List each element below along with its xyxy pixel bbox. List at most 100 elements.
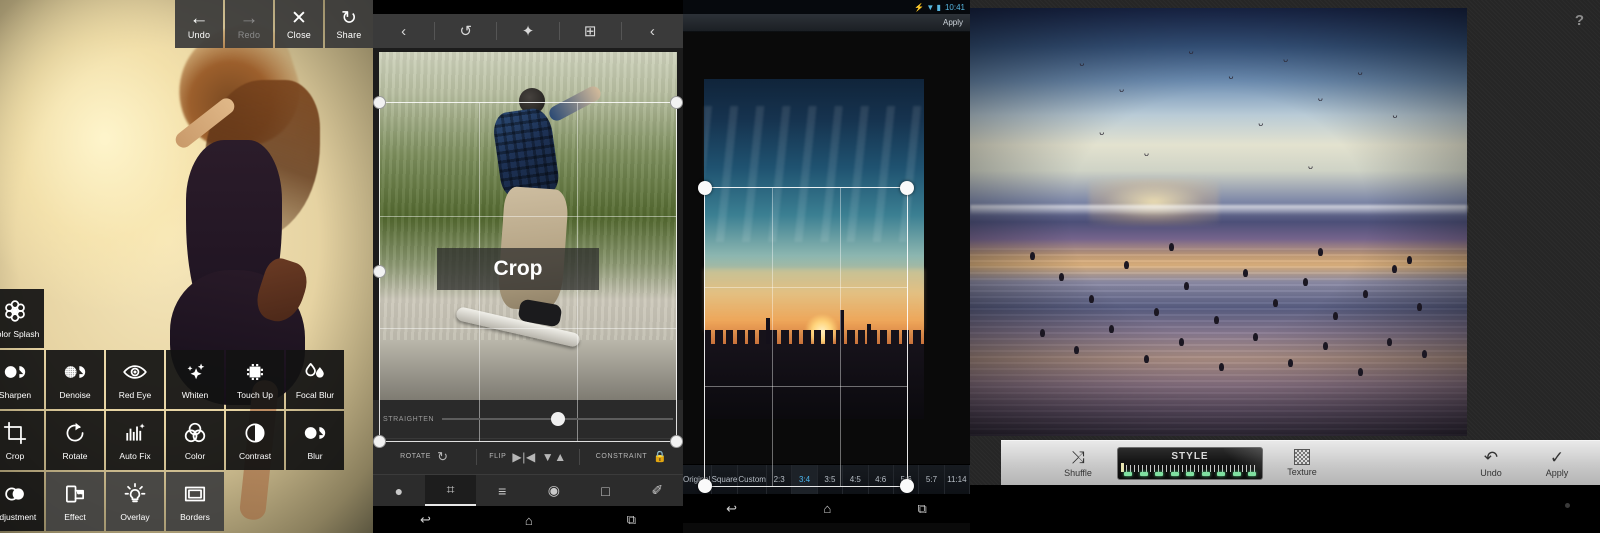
flip-control[interactable]: FLIP ▶|◀ ▼▲ — [477, 450, 580, 464]
shuffle-icon: ⤨ — [1071, 447, 1085, 467]
tool-label: Blur — [307, 451, 323, 461]
rotate-icon[interactable]: ↻ — [437, 449, 449, 465]
style-position-marker[interactable] — [1121, 462, 1124, 472]
undo-icon: ↶ — [1483, 447, 1499, 467]
tool-adjustment[interactable]: Adjustment — [0, 472, 44, 531]
apply-button[interactable]: ✓ Apply — [1524, 449, 1590, 478]
tool-label: Auto Fix — [119, 451, 151, 461]
rotate-control[interactable]: ROTATE ↻ — [373, 449, 476, 465]
flying-bird: ᴗ — [1188, 45, 1194, 56]
lock-icon[interactable]: 🔒 — [653, 450, 667, 463]
border-frame-icon — [182, 481, 208, 507]
compare-button[interactable]: ⊞ — [560, 22, 621, 40]
crop-handle-bottom-right[interactable] — [900, 479, 914, 493]
checkmark-icon: ✓ — [1549, 447, 1565, 467]
tool-denoise[interactable]: Denoise — [46, 350, 104, 409]
beach-birds-photo: ᴗ ᴗ ᴗ ᴗ ᴗ ᴗ ᴗ ᴗ ᴗ ᴗ ᴗ ᴗ — [970, 8, 1467, 436]
bird — [1178, 337, 1184, 346]
nav-sliders[interactable]: ≡ — [476, 475, 528, 506]
share-button[interactable]: ‹ — [622, 23, 683, 40]
nav-eye[interactable]: ◉ — [528, 475, 580, 506]
tool-overlay[interactable]: Overlay — [106, 472, 164, 531]
frame-icon: □ — [601, 482, 610, 499]
tool-color[interactable]: Color — [166, 411, 224, 470]
tool-red-eye[interactable]: Red Eye — [106, 350, 164, 409]
undo-button[interactable]: ← Undo — [175, 0, 223, 48]
android-recents-icon[interactable]: ⧉ — [627, 512, 636, 528]
ratio-canvas[interactable] — [683, 32, 970, 493]
crop-handle-left[interactable] — [373, 265, 386, 278]
tool-sharpen[interactable]: Sharpen — [0, 350, 44, 409]
flying-bird: ᴗ — [1317, 92, 1323, 103]
tool-color-splash[interactable]: Color Splash — [0, 289, 44, 348]
help-icon[interactable]: ? — [1575, 12, 1584, 29]
tool-rotate[interactable]: Rotate — [46, 411, 104, 470]
crop-handle-bottom-right[interactable] — [670, 435, 683, 448]
tool-whiten[interactable]: Whiten — [166, 350, 224, 409]
crop-handle-top-right[interactable] — [900, 181, 914, 195]
share-button[interactable]: ↻ Share — [325, 0, 373, 48]
crop-rectangle[interactable] — [698, 181, 914, 493]
share-icon: ↻ — [341, 7, 357, 29]
adjustment-icon — [2, 481, 28, 507]
crop-gridline-h1 — [380, 215, 676, 217]
tool-label: Whiten — [181, 390, 209, 400]
crop-handle-bottom-left[interactable] — [698, 479, 712, 493]
tool-borders[interactable]: Borders — [166, 472, 224, 531]
nav-crop[interactable]: ⌗ — [424, 475, 477, 506]
nav-droplet[interactable]: ● — [373, 475, 425, 506]
android-recents-icon[interactable]: ⧉ — [918, 501, 927, 517]
apply-button[interactable]: Apply — [943, 18, 963, 27]
crop-handle-top-left[interactable] — [698, 181, 712, 195]
crop-canvas[interactable]: Crop — [373, 48, 683, 448]
flying-bird: ᴗ — [1258, 118, 1264, 129]
crop-handle-bottom-left[interactable] — [373, 435, 386, 448]
tool-crop[interactable]: Crop — [0, 411, 44, 470]
flower-splash-icon — [2, 298, 28, 324]
tool-effect[interactable]: Effect — [46, 472, 104, 531]
nav-frame[interactable]: □ — [580, 475, 632, 506]
tool-blur[interactable]: Blur — [286, 411, 344, 470]
status-time: 10:41 — [944, 2, 965, 12]
crop-gridline-h2 — [705, 386, 907, 388]
android-back-icon[interactable]: ↩ — [726, 501, 737, 517]
flying-bird: ᴗ — [1143, 148, 1149, 159]
constraint-control[interactable]: CONSTRAINT 🔒 — [580, 450, 683, 463]
android-home-icon[interactable]: ⌂ — [525, 513, 533, 528]
tool-contrast[interactable]: Contrast — [226, 411, 284, 470]
magic-wand-button[interactable]: ✦ — [497, 22, 558, 40]
style-led — [1124, 471, 1132, 476]
shuffle-button[interactable]: ⤨ Shuffle — [1045, 449, 1111, 478]
color-circles-icon — [182, 420, 208, 446]
android-home-icon[interactable]: ⌂ — [823, 501, 831, 516]
undo-button[interactable]: ↶ Undo — [1458, 449, 1524, 478]
nav-brush[interactable]: ✐ — [631, 475, 683, 506]
constraint-label: CONSTRAINT — [595, 453, 648, 460]
back-chevron-button[interactable]: ‹ — [373, 23, 434, 40]
redo-arrow-icon: → — [239, 7, 259, 29]
vignette — [970, 8, 1467, 436]
crop-handle-top-left[interactable] — [373, 96, 386, 109]
straighten-knob[interactable] — [550, 412, 565, 426]
tool-touch-up[interactable]: Touch Up — [226, 350, 284, 409]
tool-focal-blur[interactable]: Focal Blur — [286, 350, 344, 409]
flip-vertical-icon[interactable]: ▼▲ — [542, 450, 567, 464]
tool-row: Sharpen Denoise Red Eye Whiten Touch Up … — [0, 350, 346, 409]
style-slider[interactable]: STYLE — [1117, 446, 1263, 480]
crop-handle-top-right[interactable] — [670, 96, 683, 109]
android-back-icon[interactable]: ↩ — [420, 512, 431, 528]
straighten-slider[interactable] — [442, 412, 673, 426]
flip-horizontal-icon[interactable]: ▶|◀ — [512, 450, 535, 464]
undo-button[interactable]: ↺ — [435, 22, 496, 40]
texture-button[interactable]: Texture — [1269, 449, 1335, 477]
close-button[interactable]: ✕ Close — [275, 0, 323, 48]
crop-bottom-nav: ● ⌗ ≡ ◉ □ ✐ — [373, 474, 683, 506]
crop-controls-row: ROTATE ↻ FLIP ▶|◀ ▼▲ CONSTRAINT 🔒 — [373, 438, 683, 474]
tool-row: Color Splash — [0, 289, 346, 348]
bird — [1143, 354, 1149, 363]
style-toolbar: ⤨ Shuffle STYLE Texture ↶ Undo ✓ Apply — [1001, 440, 1600, 485]
ratio-5-7[interactable]: 5:7 — [919, 465, 945, 494]
ratio-11-14[interactable]: 11:14 — [945, 465, 970, 494]
tool-auto-fix[interactable]: Auto Fix — [106, 411, 164, 470]
tool-label: Adjustment — [0, 512, 37, 522]
